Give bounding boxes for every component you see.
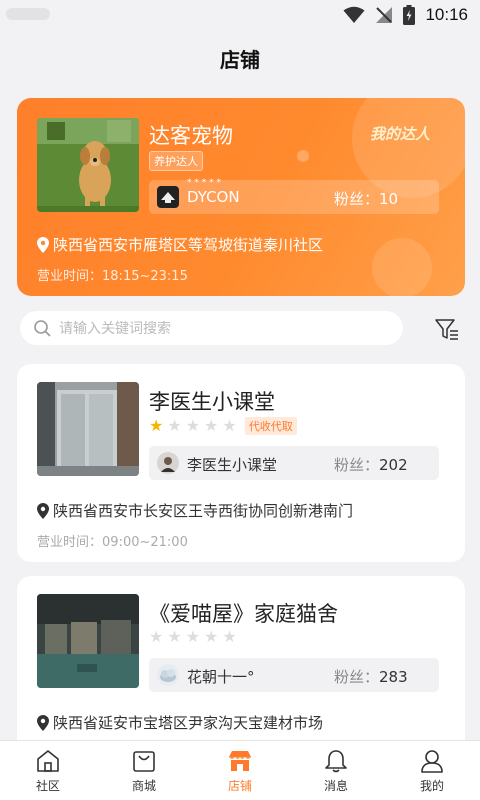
featured-store-tag: 养护达人: [149, 151, 203, 171]
my-expert-badge: 我的达人: [370, 125, 431, 143]
notification-placeholder: [6, 8, 50, 20]
home-icon: [37, 749, 59, 772]
search-input[interactable]: 请输入关键词搜索: [20, 311, 403, 345]
star-icon: ★: [204, 627, 219, 646]
decor-bubble: [372, 238, 432, 296]
wifi-icon: [343, 6, 365, 23]
shopping-bag-icon: [133, 750, 155, 772]
owner-name: 李医生小课堂: [187, 456, 278, 474]
featured-store-card[interactable]: 达客宠物 养护达人 我的达人 DYCON * * * * * 粉丝：10 陕西省西…: [17, 98, 465, 296]
star-icon: ★: [222, 627, 237, 646]
store-photo-classroom: [37, 382, 139, 476]
owner-avatar: [157, 452, 179, 474]
bell-icon: [325, 749, 347, 772]
search-icon: [34, 320, 51, 337]
owner-name: DYCON * * * * *: [187, 178, 240, 206]
tab-label: 消息: [323, 778, 348, 793]
star-icon: ★: [222, 416, 237, 435]
page-title: 店铺: [220, 47, 260, 72]
featured-address: 陕西省西安市雁塔区等驾坡街道秦川社区: [37, 234, 323, 255]
store-card[interactable]: 李医生小课堂 ★ ★ ★ ★ ★ 代收代取 李医生小课堂 粉丝：202 陕西省西…: [17, 364, 465, 562]
store-icon: [229, 750, 251, 771]
tab-label: 商城: [131, 778, 156, 793]
star-icon: ★: [167, 627, 182, 646]
store-address: 陕西省西安市长安区王寺西街协同创新港南门: [37, 500, 353, 521]
search-placeholder: 请输入关键词搜索: [59, 321, 171, 337]
tab-mall[interactable]: 商城: [96, 741, 192, 800]
search-row: 请输入关键词搜索: [20, 311, 460, 347]
owner-row[interactable]: 花朝十一° 粉丝：283: [149, 658, 439, 692]
tab-messages[interactable]: 消息: [288, 741, 384, 800]
store-photo-cattery: [37, 594, 139, 688]
filter-button[interactable]: [434, 316, 460, 342]
fans-count: 粉丝：202: [334, 456, 408, 474]
store-address: 陕西省延安市宝塔区尹家沟天宝建材市场: [37, 712, 323, 733]
fans-count: 粉丝：10: [334, 190, 399, 208]
star-icon: ★: [167, 416, 182, 435]
tab-store[interactable]: 店铺: [192, 741, 288, 800]
tab-label: 我的: [419, 778, 444, 793]
tab-label: 店铺: [227, 778, 252, 793]
featured-hours: 营业时间：18:15~23:15: [37, 269, 188, 284]
owner-row[interactable]: 李医生小课堂 粉丝：202: [149, 446, 439, 480]
service-tag: 代收代取: [244, 417, 297, 435]
tab-profile[interactable]: 我的: [384, 741, 480, 800]
store-name: 李医生小课堂: [149, 390, 275, 414]
location-pin-icon: [37, 502, 49, 519]
filter-icon: [435, 319, 458, 340]
store-hours: 营业时间：09:00~21:00: [37, 535, 188, 550]
store-rating: ★ ★ ★ ★ ★ 代收代取: [149, 417, 297, 435]
star-icon: ★: [185, 627, 201, 646]
star-icon: ★: [149, 416, 164, 435]
featured-owner-row[interactable]: DYCON * * * * * 粉丝：10: [149, 178, 439, 214]
star-icon: ★: [204, 416, 219, 435]
store-name: 《爱喵屋》家庭猫舍: [149, 602, 338, 626]
location-pin-icon: [37, 236, 49, 253]
owner-avatar: [157, 186, 179, 208]
location-pin-icon: [37, 714, 49, 731]
status-time: 10:16: [425, 5, 468, 24]
owner-stars: * * * * *: [187, 178, 221, 188]
tab-community[interactable]: 社区: [0, 741, 96, 800]
decor-dot: [297, 150, 309, 162]
page-header: 店铺: [0, 32, 480, 84]
battery-icon: [403, 5, 416, 25]
featured-store-name: 达客宠物: [149, 124, 233, 148]
star-icon: ★: [185, 416, 201, 435]
store-photo-dog: [37, 118, 139, 212]
bottom-tab-bar: 社区 商城 店铺 消息 我的: [0, 740, 480, 800]
star-icon: ★: [149, 627, 164, 646]
fans-count: 粉丝：283: [334, 668, 408, 686]
owner-avatar: [157, 664, 179, 686]
owner-name: 花朝十一°: [187, 668, 255, 686]
store-rating: ★ ★ ★ ★ ★: [149, 629, 237, 645]
no-signal-icon: [376, 7, 393, 23]
tab-label: 社区: [35, 778, 60, 793]
status-bar: 10:16: [0, 0, 480, 32]
user-icon: [421, 749, 443, 773]
